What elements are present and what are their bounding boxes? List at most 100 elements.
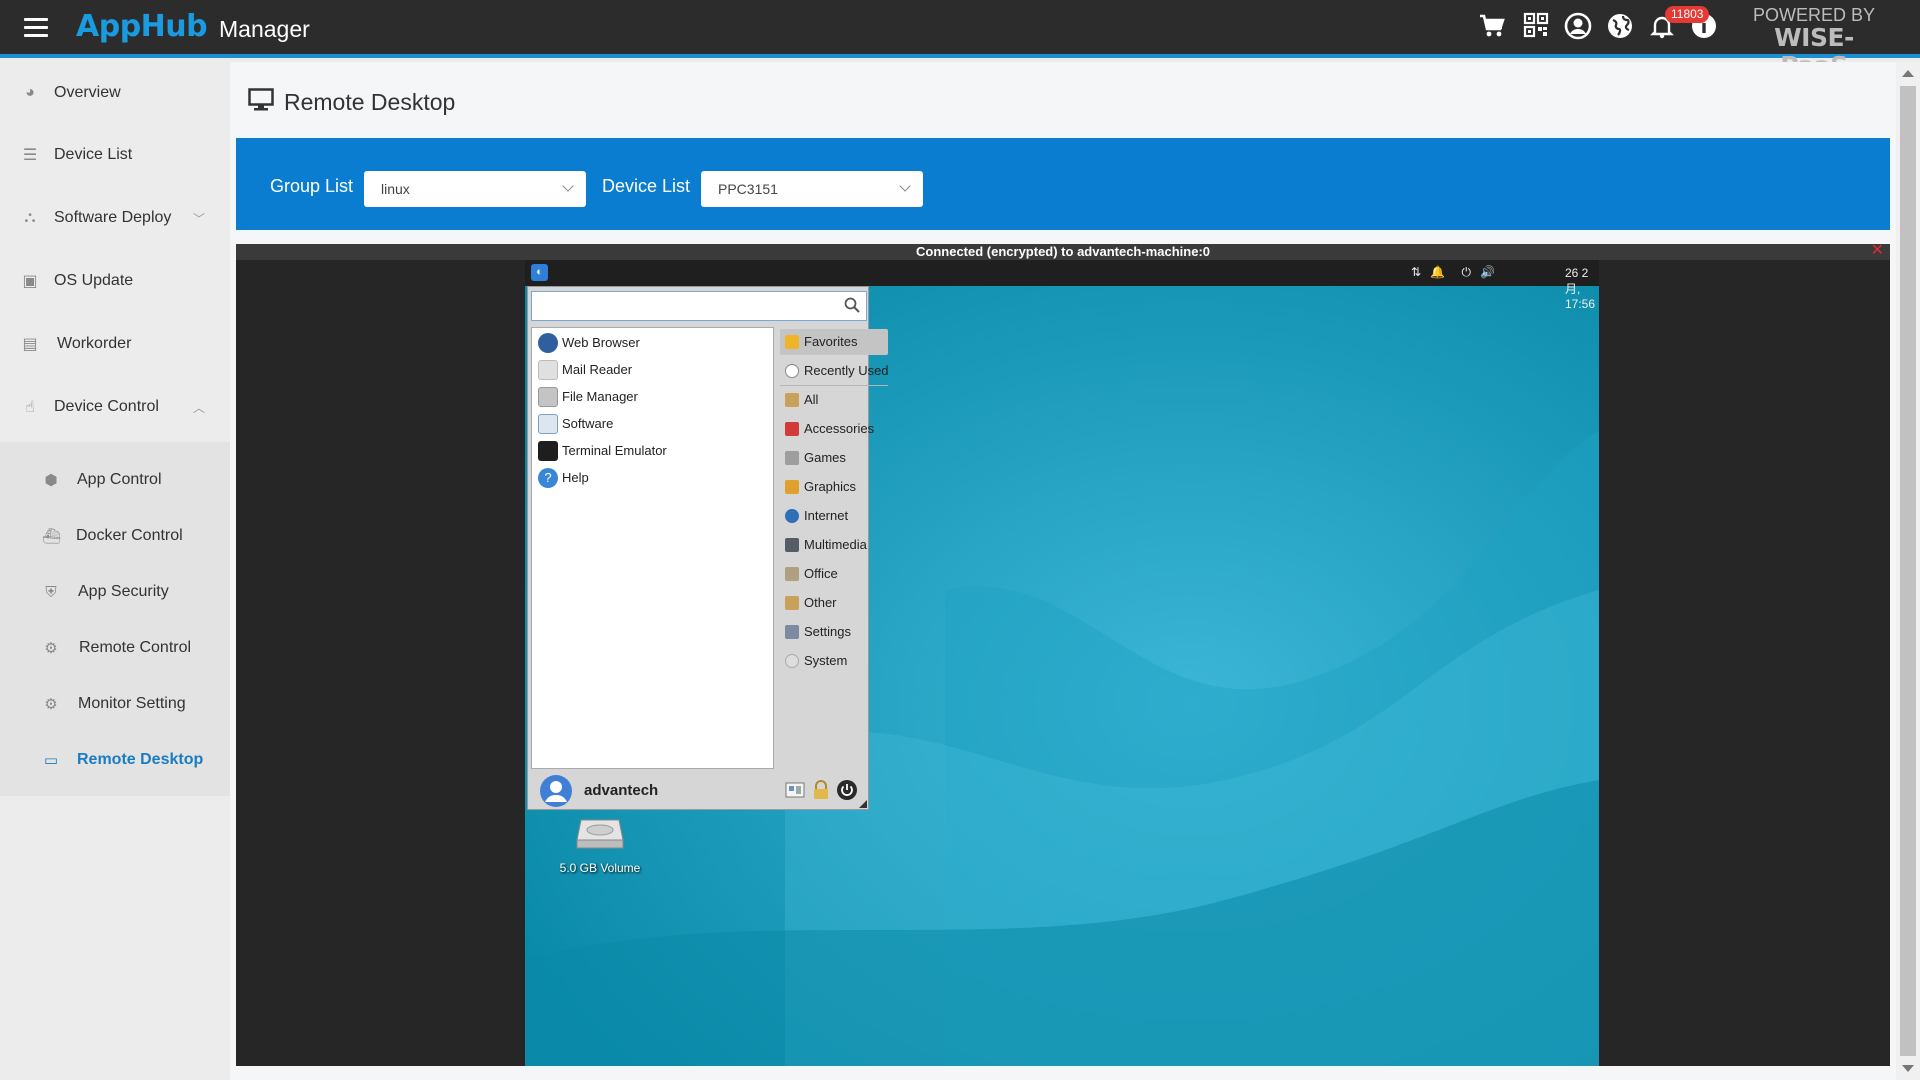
power-icon[interactable] (836, 779, 858, 801)
sidebar-item-software-deploy[interactable]: ⛬ Software Deploy ﹀ (0, 187, 230, 249)
help-icon: ? (538, 468, 558, 488)
globe-icon[interactable] (1604, 12, 1636, 44)
sidebar-item-device-list[interactable]: ☰ Device List (0, 124, 230, 186)
device-control-submenu: ⬢ App Control ⛴ Docker Control ⛨ App Sec… (0, 442, 230, 796)
close-icon[interactable]: ✕ (1871, 243, 1884, 259)
sidebar-item-app-control[interactable]: ⬢ App Control (0, 452, 230, 508)
user-icon[interactable] (1562, 12, 1594, 44)
category-recently-used[interactable]: Recently Used (780, 358, 889, 384)
category-label: Favorites (804, 334, 858, 349)
sitemap-icon: ⛬ (24, 209, 36, 226)
desktop-icon-volume[interactable]: 5.0 GB Volume (551, 812, 649, 875)
category-label: All (804, 392, 819, 407)
apphub-logo[interactable]: AppHub (76, 9, 208, 44)
app-file-manager[interactable]: File Manager (535, 384, 771, 410)
folder-icon (538, 387, 558, 407)
terminal-icon (538, 441, 558, 461)
category-label: Graphics (804, 479, 857, 494)
bell-icon[interactable]: 🔔 (1430, 265, 1445, 279)
category-graphics[interactable]: Graphics (780, 474, 888, 500)
sidebar-item-app-security[interactable]: ⛨ App Security (0, 564, 230, 620)
user-icon (545, 781, 567, 802)
lock-icon[interactable] (810, 779, 832, 801)
remote-desktop-viewer[interactable]: Connected (encrypted) to advantech-machi… (236, 243, 1890, 1066)
applications-menu-icon[interactable]: ◐ (531, 264, 548, 281)
category-favorites[interactable]: Favorites (780, 329, 888, 355)
settings-manager-icon[interactable] (784, 779, 806, 801)
device-list-value: PPC3151 (718, 181, 778, 197)
sidebar-item-os-update[interactable]: ▣ OS Update (0, 250, 230, 312)
category-games[interactable]: Games (780, 445, 888, 471)
app-label: File Manager (562, 389, 638, 404)
category-system[interactable]: System (780, 648, 888, 674)
clock[interactable]: 26 2月, 17:56 (1565, 266, 1595, 311)
sidebar: ◕ Overview ☰ Device List ⛬ Software Depl… (0, 62, 230, 1080)
app-label: Software (562, 416, 614, 431)
category-divider (780, 385, 888, 386)
app-software[interactable]: Software (535, 411, 771, 437)
app-title: Manager (219, 16, 310, 42)
category-all[interactable]: All (780, 387, 888, 413)
scroll-down-icon[interactable] (1902, 1065, 1914, 1072)
app-label: Web Browser (562, 335, 640, 350)
android-icon: ⬢ (44, 472, 58, 489)
cart-icon[interactable] (1476, 12, 1508, 44)
network-icon[interactable]: ⇅ (1411, 265, 1421, 279)
menu-footer: advantech (528, 773, 868, 809)
sidebar-item-label: App Control (77, 471, 162, 488)
app-terminal-emulator[interactable]: Terminal Emulator (535, 438, 771, 464)
hamburger-menu-icon[interactable] (24, 18, 48, 38)
category-multimedia[interactable]: Multimedia (780, 532, 888, 558)
qr-code-icon[interactable] (1520, 12, 1552, 44)
clipboard-icon: ▤ (22, 336, 38, 353)
sidebar-item-device-control[interactable]: ☝ Device Control ︿ (0, 376, 230, 438)
category-other[interactable]: Other (780, 590, 888, 616)
category-accessories[interactable]: Accessories (780, 416, 888, 442)
group-list-value: linux (381, 181, 410, 197)
sidebar-item-label: Docker Control (76, 527, 183, 544)
category-label: Games (804, 450, 846, 465)
page-header: Remote Desktop (230, 62, 1896, 136)
group-list-select[interactable]: linux (364, 171, 586, 207)
connection-status-text: Connected (encrypted) to advantech-machi… (916, 244, 1210, 259)
resize-grip-icon[interactable] (859, 800, 867, 808)
menu-search-input[interactable] (536, 294, 836, 318)
page-scrollbar[interactable] (1896, 62, 1920, 1080)
category-office[interactable]: Office (780, 561, 888, 587)
sidebar-item-remote-desktop[interactable]: ▭ Remote Desktop (0, 732, 230, 788)
system-icon (785, 654, 799, 668)
scroll-thumb[interactable] (1900, 86, 1916, 1056)
power-icon[interactable]: ⏻ (1462, 265, 1472, 280)
chart-pie-icon: ◕ (25, 84, 35, 101)
sidebar-item-docker-control[interactable]: ⛴ Docker Control (0, 508, 230, 564)
user-avatar[interactable] (540, 775, 572, 807)
device-list-select[interactable]: PPC3151 (701, 171, 923, 207)
category-label: Recently Used (804, 363, 889, 378)
gear-icon: ⚙ (44, 640, 58, 657)
monitor-icon (248, 88, 274, 111)
volume-icon[interactable]: 🔊 (1480, 265, 1495, 279)
category-internet[interactable]: Internet (780, 503, 888, 529)
category-label: Other (804, 595, 837, 610)
globe-icon (538, 333, 558, 353)
app-mail-reader[interactable]: Mail Reader (535, 357, 771, 383)
sidebar-item-overview[interactable]: ◕ Overview (0, 62, 230, 124)
sidebar-item-monitor-setting[interactable]: ⚙ Monitor Setting (0, 676, 230, 732)
sidebar-item-label: Software Deploy (54, 209, 172, 226)
scroll-up-icon[interactable] (1902, 70, 1914, 77)
hard-drive-icon (576, 819, 624, 849)
app-web-browser[interactable]: Web Browser (535, 330, 771, 356)
sidebar-item-label: Remote Desktop (77, 751, 204, 768)
page-title: Remote Desktop (284, 89, 456, 115)
category-settings[interactable]: Settings (780, 619, 888, 645)
app-help[interactable]: ? Help (535, 465, 771, 491)
notification-badge: 11803 (1665, 6, 1710, 23)
remote-desktop-screen[interactable]: ◐ ⇅ 🔔 ⏻ 🔊 26 2月, 17:56 Web Browser Mail … (525, 260, 1599, 1066)
menu-search-box[interactable] (531, 291, 867, 321)
sidebar-item-label: Device Control (54, 398, 159, 415)
sidebar-item-label: Remote Control (79, 639, 192, 656)
sidebar-item-remote-control[interactable]: ⚙ Remote Control (0, 620, 230, 676)
multimedia-icon (785, 538, 799, 552)
sidebar-item-workorder[interactable]: ▤ Workorder (0, 313, 230, 375)
sidebar-item-label: Device List (54, 146, 133, 163)
